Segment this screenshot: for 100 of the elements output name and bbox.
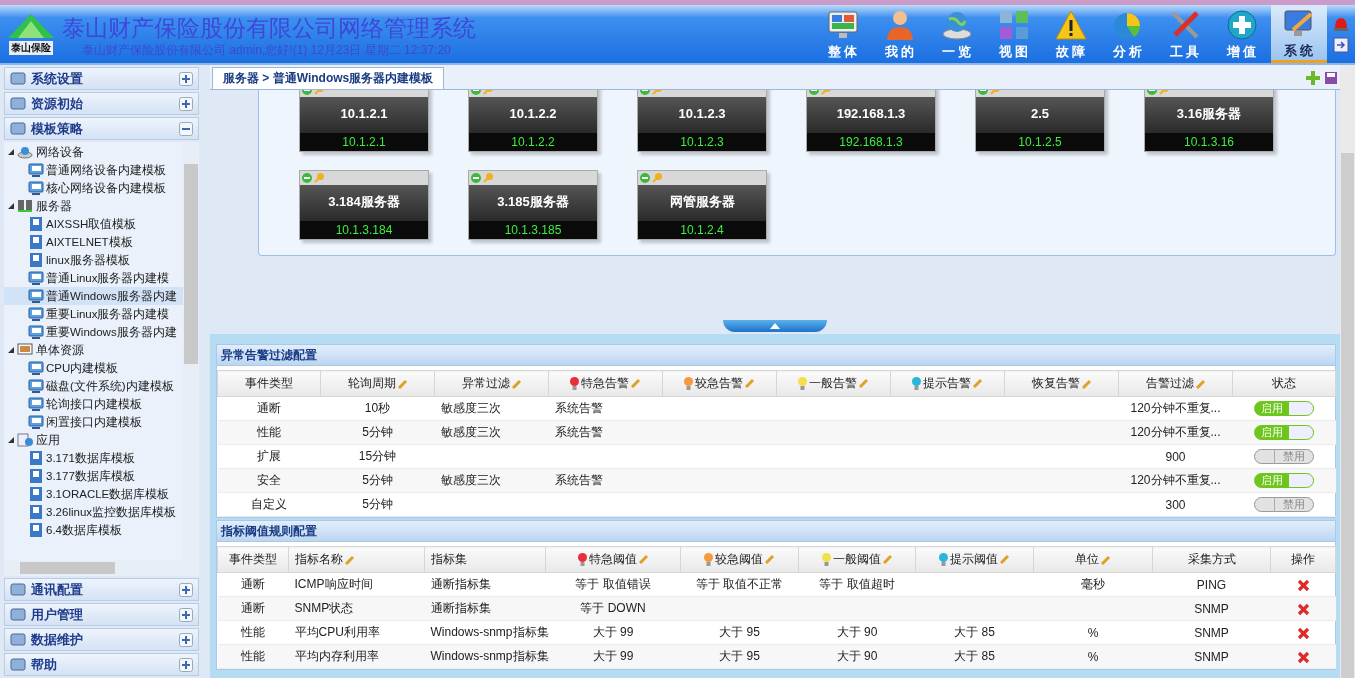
device-card[interactable]: 3.185服务器 10.1.3.185 (468, 170, 598, 240)
accordion-header[interactable]: 资源初始 (4, 92, 199, 115)
table-cell: 自定义 (251, 497, 287, 511)
device-card[interactable]: 10.1.2.2 10.1.2.2 (468, 90, 598, 152)
column-header: 轮询周期 (320, 370, 435, 397)
column-header: 提示告警 (890, 370, 1005, 397)
tree-item[interactable]: 6.4数据库模板 (4, 521, 183, 539)
panel-title: 异常告警过滤配置 (217, 345, 1335, 366)
device-card[interactable]: 192.168.1.3 192.168.1.3 (806, 90, 936, 152)
table-cell: 300 (1165, 497, 1186, 512)
table-cell: 大于 90 (836, 625, 878, 639)
tree-item[interactable]: AIXSSH取值模板 (4, 215, 183, 233)
accordion-header[interactable]: 帮助 (4, 653, 199, 676)
tree-item[interactable]: 闲置接口内建模板 (4, 413, 183, 431)
table-cell: 120分钟不重复... (1130, 425, 1221, 439)
table-cell: 900 (1165, 449, 1186, 464)
table-cell: 120分钟不重复... (1130, 401, 1221, 415)
nav-button[interactable]: 整 体 (814, 5, 871, 63)
tree-item[interactable]: linux服务器模板 (4, 251, 183, 269)
table-cell: Windows-snmp指标集 (430, 649, 549, 663)
table-cell: 敏感度三次 (440, 473, 501, 487)
accordion-header[interactable]: 模板策略 (4, 117, 199, 140)
table-cell: 大于 99 (592, 625, 634, 639)
tree-item[interactable]: CPU内建模板 (4, 359, 183, 377)
accordion-header[interactable]: 系统设置 (4, 67, 199, 90)
table-cell: 系统告警 (554, 473, 603, 487)
tree-item[interactable]: 磁盘(文件系统)内建模板 (4, 377, 183, 395)
nav-button[interactable]: 分 析 (1099, 5, 1156, 63)
tree-item[interactable]: 核心网络设备内建模板 (4, 179, 183, 197)
table-cell: 性能 (241, 625, 265, 639)
table-cell: 5分钟 (362, 425, 393, 439)
nav-button[interactable]: 我 的 (871, 5, 928, 63)
table-cell: 通断 (241, 577, 265, 591)
tree-item[interactable]: 3.1ORACLE数据库模板 (4, 485, 183, 503)
column-header: 事件类型 (217, 546, 289, 573)
table-cell: 通断指标集 (430, 577, 491, 591)
device-card[interactable]: 3.16服务器 10.1.3.16 (1144, 90, 1274, 152)
nav-button[interactable]: 工 具 (1156, 5, 1213, 63)
column-header: 指标集 (424, 546, 546, 573)
column-header: 告警过滤 (1118, 370, 1233, 397)
tree-item[interactable]: 重要Linux服务器内建模 (4, 305, 183, 323)
column-header: 恢复告警 (1004, 370, 1119, 397)
nav-button[interactable]: 视 图 (985, 5, 1042, 63)
table-cell: 大于 95 (719, 625, 760, 639)
tree-item[interactable]: 3.26linux监控数据库模板 (4, 503, 183, 521)
nav-button[interactable]: 故 障 (1042, 5, 1099, 63)
table-cell: 敏感度三次 (440, 425, 501, 439)
table-cell: 大于 95 (719, 649, 760, 663)
table-cell: 安全 (257, 473, 281, 487)
column-header: 操作 (1270, 546, 1336, 573)
table-cell: 等于 DOWN (580, 601, 646, 615)
table-cell: ICMP响应时间 (294, 577, 373, 591)
table-cell: 系统告警 (554, 425, 603, 439)
table-cell: 等于 取值超时 (819, 577, 895, 591)
table-cell: 通断指标集 (430, 601, 491, 615)
table-cell: SNMP (1194, 625, 1229, 640)
device-card[interactable]: 3.184服务器 10.1.3.184 (299, 170, 429, 240)
tree-item[interactable]: 3.177数据库模板 (4, 467, 183, 485)
tree-item[interactable]: 单体资源 (4, 341, 183, 359)
table-cell: 通断 (241, 601, 265, 615)
tree-item[interactable]: 普通Windows服务器内建 (4, 287, 183, 305)
device-card[interactable]: 10.1.2.1 10.1.2.1 (299, 90, 429, 152)
table-cell: % (1087, 649, 1099, 664)
table-cell: 5分钟 (362, 497, 393, 511)
table-cell: 毫秒 (1081, 577, 1105, 591)
table-cell: 通断 (257, 401, 281, 415)
table-cell: 等于 取值错误 (575, 577, 651, 591)
column-header: 特急告警 (548, 370, 663, 397)
accordion-header[interactable]: 通讯配置 (4, 578, 199, 601)
tree-item[interactable]: 3.171数据库模板 (4, 449, 183, 467)
tree-item[interactable]: 普通网络设备内建模板 (4, 161, 183, 179)
tree-item[interactable]: 轮询接口内建模板 (4, 395, 183, 413)
table-cell: 10秒 (364, 401, 391, 415)
tree-item[interactable]: 应用 (4, 431, 183, 449)
nav-button[interactable]: 一 览 (928, 5, 985, 63)
tree-item[interactable]: 服务器 (4, 197, 183, 215)
table-cell: 性能 (257, 425, 281, 439)
tree-item[interactable]: 普通Linux服务器内建模 (4, 269, 183, 287)
column-header: 事件类型 (217, 370, 321, 397)
device-card[interactable]: 10.1.2.3 10.1.2.3 (637, 90, 767, 152)
tree-item[interactable]: 重要Windows服务器内建 (4, 323, 183, 341)
accordion-header[interactable]: 用户管理 (4, 603, 199, 626)
column-header: 较急阈值 (680, 546, 799, 573)
column-header: 提示阈值 (915, 546, 1034, 573)
table-cell: PING (1196, 577, 1227, 592)
table-cell: 系统告警 (554, 401, 603, 415)
column-header: 指标名称 (288, 546, 425, 573)
device-card[interactable]: 网管服务器 10.1.2.4 (637, 170, 767, 240)
logo-text: 泰山保险 (9, 41, 53, 55)
table-cell: SNMP状态 (294, 601, 354, 615)
tree-item[interactable]: 网络设备 (4, 143, 183, 161)
table-cell: 120分钟不重复... (1130, 473, 1221, 487)
nav-button[interactable]: 系 统 (1270, 5, 1327, 63)
breadcrumb-tab[interactable]: 服务器 > 普通Windows服务器内建模板 (212, 67, 445, 89)
table-cell: 大于 90 (836, 649, 878, 663)
nav-button[interactable]: 增 值 (1213, 5, 1270, 63)
device-card[interactable]: 2.5 10.1.2.5 (975, 90, 1105, 152)
accordion-header[interactable]: 数据维护 (4, 628, 199, 651)
tree-item[interactable]: AIXTELNET模板 (4, 233, 183, 251)
panel-title: 指标阈值规则配置 (217, 521, 1335, 542)
